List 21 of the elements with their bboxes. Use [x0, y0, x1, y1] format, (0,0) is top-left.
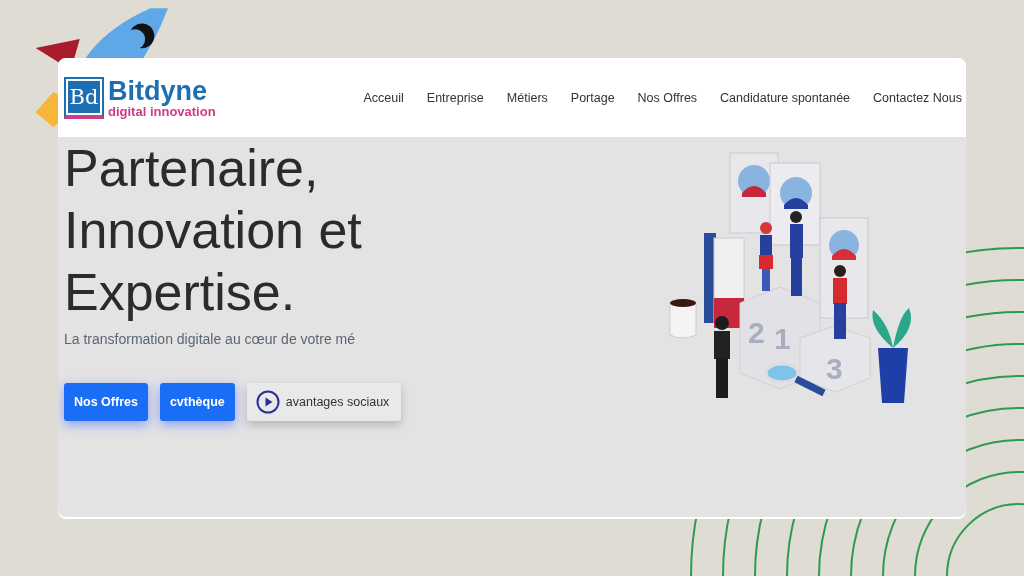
logo-name: Bitdyne — [108, 76, 207, 105]
podium-number: 3 — [826, 352, 843, 385]
nav-link[interactable]: Nos Offres — [637, 90, 698, 105]
logo-tagline: digital innovation — [108, 104, 216, 119]
hero-title-line: Partenaire, — [64, 138, 320, 199]
nav-link[interactable]: Acceuil — [363, 90, 404, 105]
play-icon — [255, 390, 280, 414]
nav-link[interactable]: Portage — [570, 90, 615, 105]
hero-title-line: Expertise. — [64, 262, 297, 323]
hero-title-line: Innovation et — [64, 200, 363, 261]
podium-number: 1 — [774, 322, 791, 355]
nav-link[interactable]: Contactez Nous — [873, 90, 962, 105]
logo-monogram: Bd — [64, 76, 104, 119]
cta-button[interactable]: Nos Offres — [64, 383, 148, 421]
hero-subtitle: La transformation digitale au cœur de votre mé — [64, 331, 357, 347]
nav-link[interactable]: Candidature spontanée — [720, 90, 851, 105]
nav-link[interactable]: Entreprise — [426, 90, 484, 105]
video-button[interactable]: avantages sociaux — [246, 383, 402, 421]
nav-link[interactable]: Métiers — [506, 90, 548, 105]
podium-number: 2 — [748, 316, 765, 349]
cta-button[interactable]: cvthèque — [159, 383, 235, 421]
